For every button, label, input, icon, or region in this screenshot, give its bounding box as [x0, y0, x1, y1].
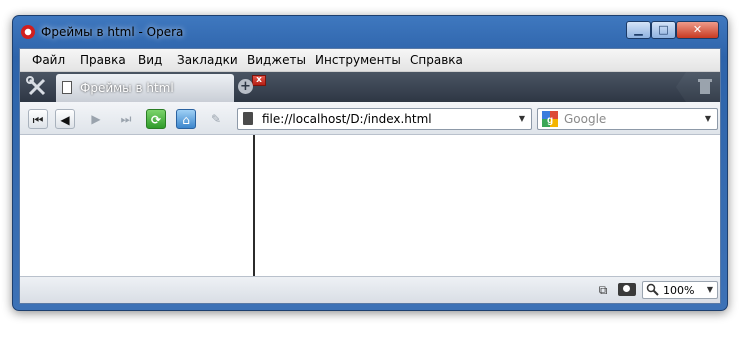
trash-button[interactable] — [676, 72, 720, 102]
tab-title: Фреймы в html — [80, 81, 174, 95]
page-icon — [62, 81, 72, 94]
forward-button[interactable]: ▶ — [86, 109, 106, 129]
title-bar[interactable]: Фреймы в html - Opera ▁ □ ✕ — [13, 16, 727, 48]
address-text[interactable]: file://localhost/D:/index.html — [262, 112, 432, 126]
menu-view[interactable]: Вид — [138, 53, 162, 67]
reload-button[interactable]: ⟳ — [146, 109, 166, 129]
search-dropdown-button[interactable]: ▼ — [700, 110, 716, 128]
magnifier-icon — [646, 283, 659, 296]
maximize-button[interactable]: □ — [651, 21, 676, 39]
menu-help[interactable]: Справка — [410, 53, 463, 67]
wand-button[interactable]: ✎ — [206, 109, 226, 129]
minimize-button[interactable]: ▁ — [626, 21, 651, 39]
menu-bookmarks[interactable]: Закладки — [177, 53, 238, 67]
address-dropdown-button[interactable]: ▼ — [514, 110, 530, 128]
minimize-icon: ▁ — [634, 23, 643, 36]
trash-icon — [698, 79, 712, 94]
right-frame[interactable] — [255, 135, 720, 276]
camera-lens — [623, 285, 630, 292]
camera-icon[interactable] — [618, 283, 636, 296]
zoom-control[interactable]: 100% ▼ — [642, 281, 718, 299]
speed-dial-icon[interactable]: ⧉ — [596, 283, 610, 297]
tools-icon — [26, 76, 46, 96]
close-icon: ✕ — [692, 23, 703, 36]
back-button[interactable]: ◀ — [55, 109, 75, 129]
tab-active[interactable]: Фреймы в html x — [56, 74, 266, 102]
menu-file[interactable]: Файл — [32, 53, 65, 67]
status-bar: ⧉ 100% ▼ — [20, 276, 720, 303]
menu-widgets[interactable]: Виджеты — [247, 53, 306, 67]
tab-close-button[interactable]: x — [252, 75, 266, 86]
page-content — [20, 135, 720, 276]
zoom-value: 100% — [663, 284, 695, 297]
panel-toggle-button[interactable] — [20, 72, 54, 102]
menu-tools[interactable]: Инструменты — [315, 53, 401, 67]
left-frame[interactable] — [20, 135, 253, 276]
new-tab-button[interactable]: + — [238, 79, 253, 94]
rewind-button[interactable]: ⏮ — [28, 109, 48, 129]
fast-forward-button[interactable]: ⏭ — [116, 109, 136, 129]
zoom-dropdown-button[interactable]: ▼ — [703, 282, 717, 298]
client-area: Файл Правка Вид Закладки Виджеты Инструм… — [19, 48, 721, 304]
google-icon: g — [542, 111, 558, 127]
page-icon — [243, 112, 253, 125]
tab-bar: Фреймы в html x + — [20, 72, 720, 102]
opera-logo-icon — [21, 25, 35, 39]
menu-bar: Файл Правка Вид Закладки Виджеты Инструм… — [20, 49, 720, 72]
close-button[interactable]: ✕ — [676, 21, 719, 39]
search-field[interactable]: g Google ▼ — [537, 108, 718, 130]
zoom-icon — [646, 283, 659, 299]
menu-edit[interactable]: Правка — [80, 53, 126, 67]
home-button[interactable]: ⌂ — [176, 109, 196, 129]
browser-window: Фреймы в html - Opera ▁ □ ✕ Файл Правка … — [12, 15, 728, 311]
navigation-toolbar: ⏮ ◀ ▶ ⏭ ⟳ ⌂ ✎ file://localhost/D:/index.… — [20, 102, 720, 135]
maximize-icon: □ — [658, 23, 669, 36]
search-placeholder[interactable]: Google — [564, 112, 606, 126]
svg-text:g: g — [547, 115, 553, 126]
address-field[interactable]: file://localhost/D:/index.html ▼ — [237, 108, 532, 130]
window-title: Фреймы в html - Opera — [41, 25, 184, 39]
